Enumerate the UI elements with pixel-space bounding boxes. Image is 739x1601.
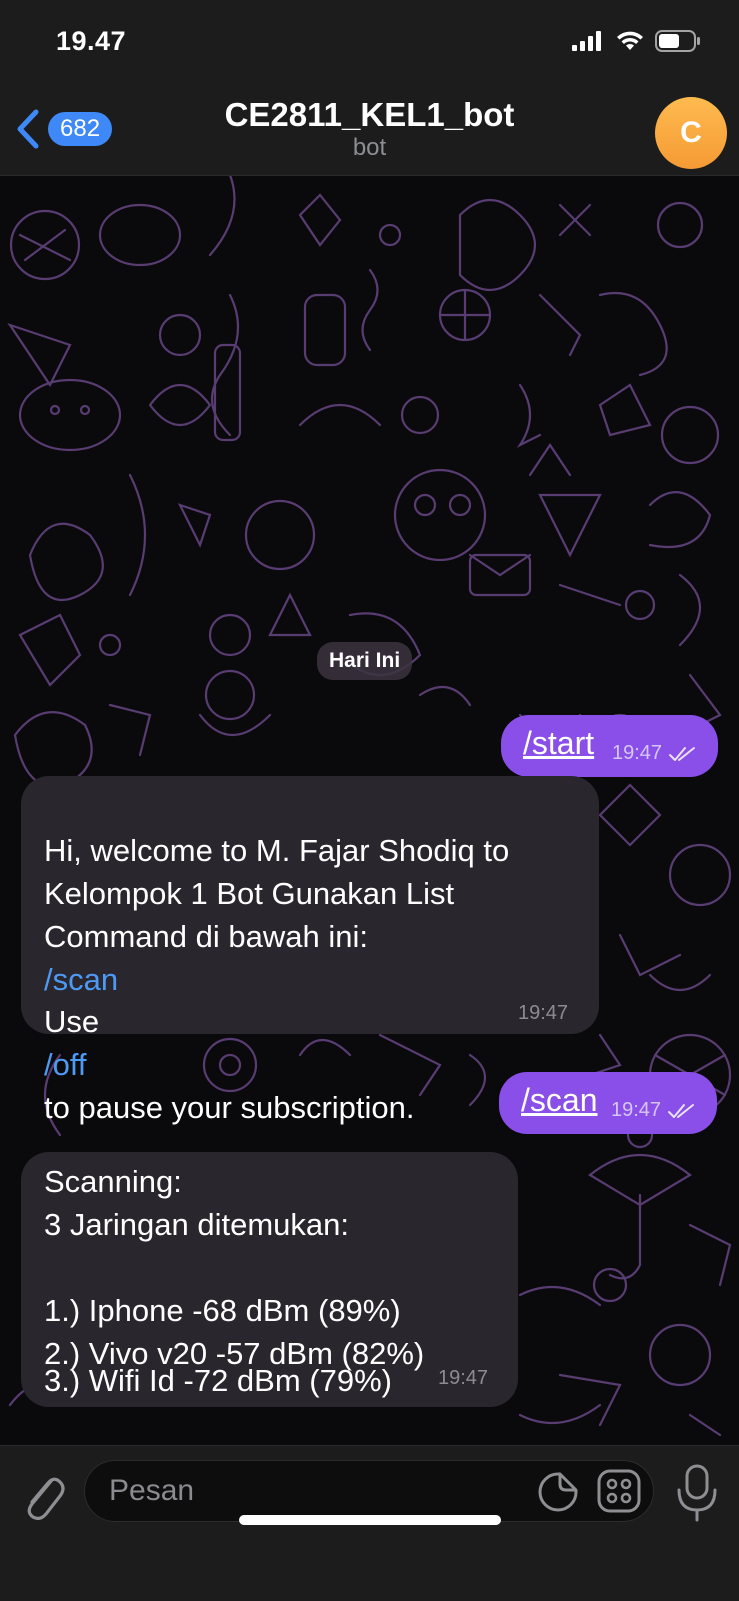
- network-count-line: 3 Jaringan ditemukan:: [44, 1207, 350, 1242]
- message-time: 19:47: [611, 1099, 662, 1121]
- wifi-icon: [617, 31, 643, 50]
- scan-status-line: Scanning:: [44, 1164, 182, 1199]
- battery-icon: [655, 30, 700, 52]
- message-time: 19:47: [438, 1367, 489, 1389]
- incoming-message[interactable]: Scanning: 3 Jaringan ditemukan: 1.) Ipho…: [21, 1152, 518, 1407]
- network-item: 3.) Wifi Id -72 dBm (79%): [44, 1363, 392, 1398]
- date-separator: Hari Ini: [317, 642, 413, 680]
- chat-title[interactable]: CE2811_KEL1_bot: [0, 96, 739, 134]
- message-input-placeholder: Pesan: [109, 1474, 195, 1507]
- outgoing-message[interactable]: /scan 19:47: [499, 1072, 717, 1134]
- apps-icon[interactable]: [596, 1468, 642, 1514]
- cellular-signal-icon: [572, 31, 601, 51]
- message-meta: 19:47: [611, 1099, 695, 1122]
- message-composer: Pesan: [0, 1445, 739, 1601]
- message-time: 19:47: [518, 1002, 569, 1024]
- incoming-message[interactable]: Hi, welcome to M. Fajar Shodiq to Kelomp…: [21, 776, 599, 1125]
- avatar[interactable]: C: [655, 97, 727, 169]
- message-meta: 19:47: [612, 742, 696, 765]
- use-text: Use: [44, 1004, 100, 1039]
- status-time: 19.47: [56, 26, 127, 56]
- network-item: 1.) Iphone -68 dBm (89%): [44, 1293, 401, 1328]
- home-indicator: [239, 1515, 501, 1525]
- welcome-text: Hi, welcome to M. Fajar Shodiq to Kelomp…: [44, 833, 510, 954]
- microphone-icon[interactable]: [674, 1460, 720, 1526]
- status-icons: [571, 30, 701, 52]
- chat-subtitle: bot: [352, 134, 387, 161]
- pause-text: to pause your subscription.: [44, 1090, 415, 1125]
- message-time: 19:47: [612, 742, 663, 764]
- double-check-icon: [669, 746, 696, 761]
- command-link[interactable]: /start: [523, 725, 594, 762]
- outgoing-message[interactable]: /start 19:47: [501, 715, 718, 777]
- chat-area[interactable]: Hari Ini /start 19:47 Hi, welcome to M. …: [0, 175, 739, 1445]
- off-command-link[interactable]: /off: [44, 1047, 87, 1082]
- double-check-icon: [668, 1103, 695, 1118]
- command-link[interactable]: /scan: [521, 1082, 597, 1119]
- pause-text-line: Use /off to pause your subscription.: [44, 957, 415, 1129]
- paperclip-icon[interactable]: [18, 1466, 66, 1526]
- top-bar: 19.47 682 CE2811_KEL1_bot bot C: [0, 0, 739, 176]
- sticker-icon[interactable]: [536, 1470, 580, 1514]
